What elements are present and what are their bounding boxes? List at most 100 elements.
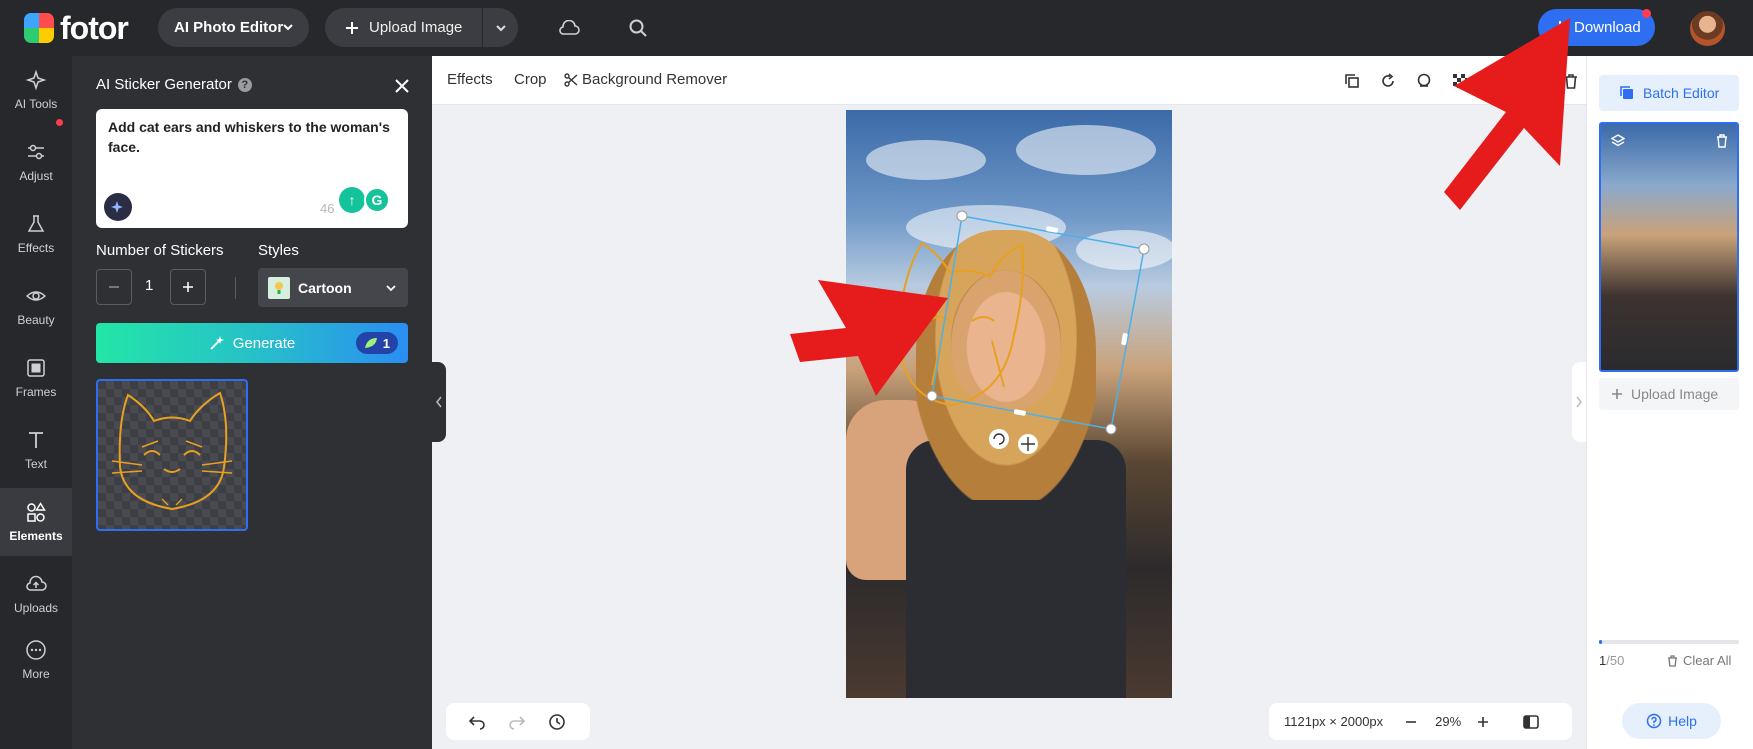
upload-image-group: Upload Image — [325, 8, 518, 47]
upload-image-label: Upload Image — [369, 19, 463, 36]
grammarly-widget[interactable]: ↑ G — [337, 183, 393, 219]
help-label: Help — [1668, 713, 1697, 729]
increase-stickers-button[interactable] — [170, 269, 206, 305]
transparency-icon[interactable] — [1449, 70, 1471, 92]
number-of-stickers-label: Number of Stickers — [96, 242, 224, 259]
mask-icon[interactable] — [1413, 70, 1435, 92]
magic-prompt-button[interactable] — [104, 193, 132, 221]
more-icon — [26, 640, 46, 660]
effects-tool[interactable]: Effects — [447, 71, 493, 88]
grammarly-suggestion-icon: ↑ — [339, 187, 365, 213]
shapes-icon — [27, 502, 46, 522]
prompt-text[interactable]: Add cat ears and whiskers to the woman's… — [108, 117, 393, 157]
fotor-logo[interactable]: fotor — [24, 9, 129, 46]
search-icon[interactable] — [626, 16, 650, 40]
text-icon — [29, 432, 43, 448]
rail-label: More — [22, 667, 50, 681]
rotate-icon[interactable] — [1377, 70, 1399, 92]
rail-item-beauty[interactable]: Beauty — [0, 272, 72, 340]
download-icon — [1554, 20, 1566, 35]
upload-image-button[interactable]: Upload Image — [325, 8, 482, 47]
rail-label: AI Tools — [14, 97, 58, 111]
delete-icon[interactable] — [1560, 70, 1582, 92]
batch-icon — [1620, 86, 1633, 99]
image-dimensions: 1121px × 2000px — [1284, 714, 1384, 729]
edited-photo[interactable] — [846, 110, 1172, 698]
upload-options-dropdown[interactable] — [482, 8, 518, 47]
generate-label: Generate — [232, 334, 296, 352]
stickers-count-value[interactable]: 1 — [145, 277, 153, 294]
right-upload-image-button[interactable]: Upload Image — [1599, 378, 1739, 410]
chevron-down-icon — [495, 24, 506, 31]
close-icon — [395, 79, 409, 93]
crop-tool[interactable]: Crop — [514, 71, 547, 88]
prompt-textarea[interactable]: Add cat ears and whiskers to the woman's… — [96, 109, 408, 228]
compare-button[interactable] — [1521, 712, 1541, 732]
logo-text: fotor — [60, 9, 129, 46]
batch-editor-label: Batch Editor — [1643, 85, 1720, 101]
history-controls — [446, 703, 590, 740]
batch-editor-button[interactable]: Batch Editor — [1599, 75, 1739, 111]
scissors-icon — [564, 72, 578, 87]
image-thumbnail[interactable] — [1599, 122, 1739, 372]
eye-icon — [25, 291, 47, 301]
credit-badge: 1 — [355, 332, 398, 354]
compare-icon — [1523, 714, 1539, 729]
woman-face — [951, 270, 1061, 410]
rail-item-ai-tools[interactable]: AI Tools — [0, 56, 72, 124]
layers-icon[interactable] — [1609, 132, 1627, 150]
image-count-progress — [1599, 640, 1739, 644]
cloud-save-icon[interactable] — [557, 16, 581, 40]
close-panel-button[interactable] — [391, 75, 413, 97]
rail-item-elements[interactable]: Elements — [0, 488, 72, 556]
duplicate-icon[interactable] — [1341, 70, 1363, 92]
zoom-level[interactable]: 29% — [1435, 714, 1461, 729]
background-remover-tool[interactable]: Background Remover — [564, 71, 727, 88]
zoom-out-button[interactable] — [1401, 712, 1421, 732]
clear-all-button[interactable]: Clear All — [1667, 653, 1731, 668]
undo-icon[interactable] — [468, 714, 486, 730]
decrease-stickers-button[interactable] — [96, 269, 132, 305]
rail-item-uploads[interactable]: Uploads — [0, 560, 72, 628]
trash-icon[interactable] — [1713, 132, 1731, 150]
chevron-down-icon — [386, 285, 396, 292]
rail-label: Uploads — [13, 601, 59, 615]
ai-photo-editor-label: AI Photo Editor — [174, 19, 284, 36]
rail-label: Text — [24, 457, 47, 471]
right-upload-label: Upload Image — [1631, 386, 1719, 402]
zoom-controls: 1121px × 2000px 29% — [1269, 703, 1572, 740]
help-icon[interactable]: ? — [237, 77, 252, 92]
edit-toolbar: Effects Crop Background Remover — [432, 56, 1586, 105]
new-badge-dot — [56, 119, 63, 126]
image-count-progress-fill — [1599, 640, 1602, 644]
style-select[interactable]: Cartoon — [258, 268, 408, 307]
avatar[interactable] — [1690, 11, 1725, 46]
flask-icon — [27, 215, 45, 232]
generated-sticker-thumbnail[interactable] — [96, 379, 248, 531]
help-button[interactable]: Help — [1622, 703, 1721, 739]
collapse-right-panel-button[interactable] — [1572, 362, 1586, 442]
rail-item-text[interactable]: Text — [0, 416, 72, 484]
rail-item-more[interactable]: More — [0, 626, 72, 694]
clear-all-label: Clear All — [1683, 653, 1732, 668]
flip-icon[interactable] — [1485, 70, 1507, 92]
editor-canvas[interactable] — [432, 105, 1586, 749]
sliders-icon — [28, 144, 44, 160]
history-icon[interactable] — [548, 713, 566, 731]
chevron-down-icon — [283, 24, 293, 31]
rail-item-adjust[interactable]: Adjust — [0, 128, 72, 196]
generate-button[interactable]: Generate 1 — [96, 323, 408, 363]
rail-label: Frames — [15, 385, 57, 399]
rail-item-frames[interactable]: Frames — [0, 344, 72, 412]
zoom-in-button[interactable] — [1473, 712, 1493, 732]
ai-photo-editor-dropdown[interactable]: AI Photo Editor — [158, 8, 309, 47]
help-icon — [1646, 713, 1662, 729]
cloud — [866, 140, 986, 180]
cloud-upload-icon — [26, 575, 47, 591]
rail-item-effects[interactable]: Effects — [0, 200, 72, 268]
style-value: Cartoon — [298, 279, 352, 296]
redo-icon[interactable] — [508, 714, 526, 730]
download-button[interactable]: Download — [1538, 9, 1655, 46]
plus-icon — [183, 282, 193, 292]
plus-icon — [1612, 389, 1622, 399]
